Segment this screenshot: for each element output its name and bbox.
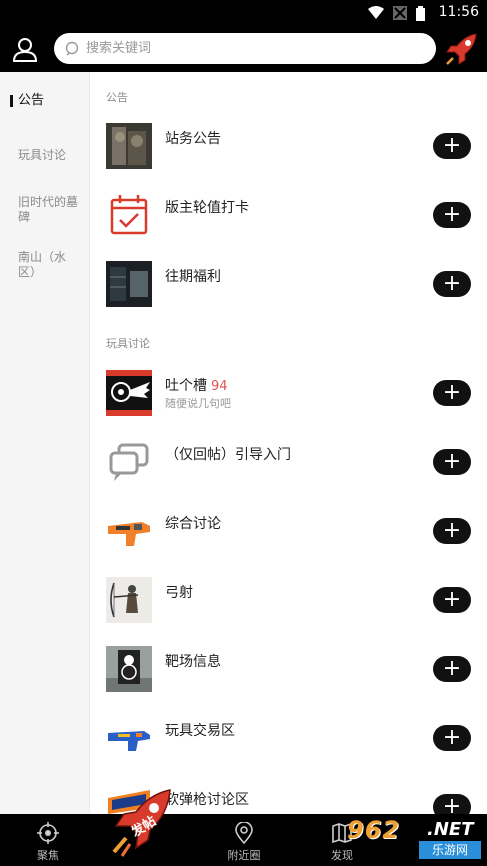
add-button[interactable]: +: [433, 133, 471, 159]
forum-name: （仅回帖）引导入门: [165, 447, 291, 463]
app-header: [0, 26, 487, 72]
watermark-text: 乐游网: [419, 841, 481, 859]
battery-icon: [416, 5, 425, 21]
add-button[interactable]: +: [433, 794, 471, 814]
add-button[interactable]: +: [433, 449, 471, 475]
rocket-post-button[interactable]: [443, 30, 481, 68]
sculpture-thumbnail: [106, 123, 152, 169]
target-range-thumbnail: [106, 646, 152, 692]
add-button[interactable]: +: [433, 202, 471, 228]
sidebar-item-old-era-tombstone[interactable]: 旧时代的墓碑: [18, 195, 84, 225]
rocket-icon: [446, 33, 477, 65]
forum-name: 弓射: [165, 585, 193, 601]
list-item-site-announcement[interactable]: 站务公告 +: [91, 123, 487, 183]
location-pin-icon: [235, 822, 253, 844]
winged-target-thumbnail: [106, 370, 152, 416]
status-icons: [368, 5, 425, 21]
crosshair-icon: [37, 822, 59, 844]
forum-name: 吐个槽: [165, 378, 207, 394]
forum-name: 站务公告: [165, 131, 221, 147]
post-count: 94: [211, 379, 228, 394]
search-icon: [65, 41, 79, 56]
wifi-icon: [368, 6, 384, 19]
forum-name: 靶场信息: [165, 654, 221, 670]
forum-list: 公告 站务公告 + 版主轮值打卡 + 往期福利 + 玩具讨论 吐个槽 94 随便说…: [91, 72, 487, 814]
watermark-number: 962: [347, 816, 401, 844]
post-button[interactable]: 发帖: [108, 786, 178, 862]
list-item-complaints[interactable]: 吐个槽 94 随便说几句吧 +: [91, 370, 487, 430]
status-bar: 11:56: [0, 0, 487, 26]
sidebar-item-nanshan[interactable]: 南山（水区）: [18, 250, 84, 280]
status-time: 11:56: [438, 4, 479, 20]
add-button[interactable]: +: [433, 656, 471, 682]
blue-blaster-thumbnail: [106, 715, 152, 761]
watermark: 962 .NET 乐游网: [345, 816, 483, 862]
forum-name: 版主轮值打卡: [165, 200, 249, 216]
nav-focus[interactable]: 聚焦: [8, 814, 88, 866]
list-item-range-info[interactable]: 靶场信息 +: [91, 646, 487, 706]
sidebar-item-toy-discussion[interactable]: 玩具讨论: [18, 148, 84, 163]
forum-name: 综合讨论: [165, 516, 221, 532]
add-button[interactable]: +: [433, 587, 471, 613]
user-icon: [12, 38, 38, 62]
forum-subtitle: 随便说几句吧: [165, 397, 231, 410]
list-item-general-discussion[interactable]: 综合讨论 +: [91, 508, 487, 568]
orange-blaster-thumbnail: [106, 508, 152, 554]
dark-room-thumbnail: [106, 261, 152, 307]
add-button[interactable]: +: [433, 725, 471, 751]
add-button[interactable]: +: [433, 518, 471, 544]
nav-label: 附近圈: [227, 849, 261, 862]
section-title-toy-discussion: 玩具讨论: [106, 337, 150, 350]
user-profile-button[interactable]: [12, 36, 38, 62]
category-sidebar: 公告 玩具讨论 旧时代的墓碑 南山（水区）: [0, 72, 90, 814]
add-button[interactable]: +: [433, 380, 471, 406]
add-button[interactable]: +: [433, 271, 471, 297]
forum-name: 玩具交易区: [165, 723, 235, 739]
forum-name: 往期福利: [165, 269, 221, 285]
sidebar-item-announcement[interactable]: 公告: [18, 93, 84, 108]
active-indicator: [10, 95, 13, 107]
list-item-beginner-guide[interactable]: （仅回帖）引导入门 +: [91, 439, 487, 499]
nav-nearby[interactable]: 附近圈: [204, 814, 284, 866]
search-bar[interactable]: [54, 33, 436, 64]
section-title-announcement: 公告: [106, 91, 128, 104]
calendar-check-icon: [106, 192, 152, 238]
no-signal-icon: [393, 6, 407, 20]
list-item-past-benefits[interactable]: 往期福利 +: [91, 261, 487, 321]
list-item-moderator-checkin[interactable]: 版主轮值打卡 +: [91, 192, 487, 252]
list-item-toy-trading[interactable]: 玩具交易区 +: [91, 715, 487, 775]
list-item-archery[interactable]: 弓射 +: [91, 577, 487, 637]
search-input[interactable]: [86, 33, 416, 64]
nav-label: 聚焦: [37, 849, 59, 862]
watermark-suffix: .NET: [427, 819, 474, 840]
archer-thumbnail: [106, 577, 152, 623]
chat-bubbles-icon: [106, 439, 152, 485]
